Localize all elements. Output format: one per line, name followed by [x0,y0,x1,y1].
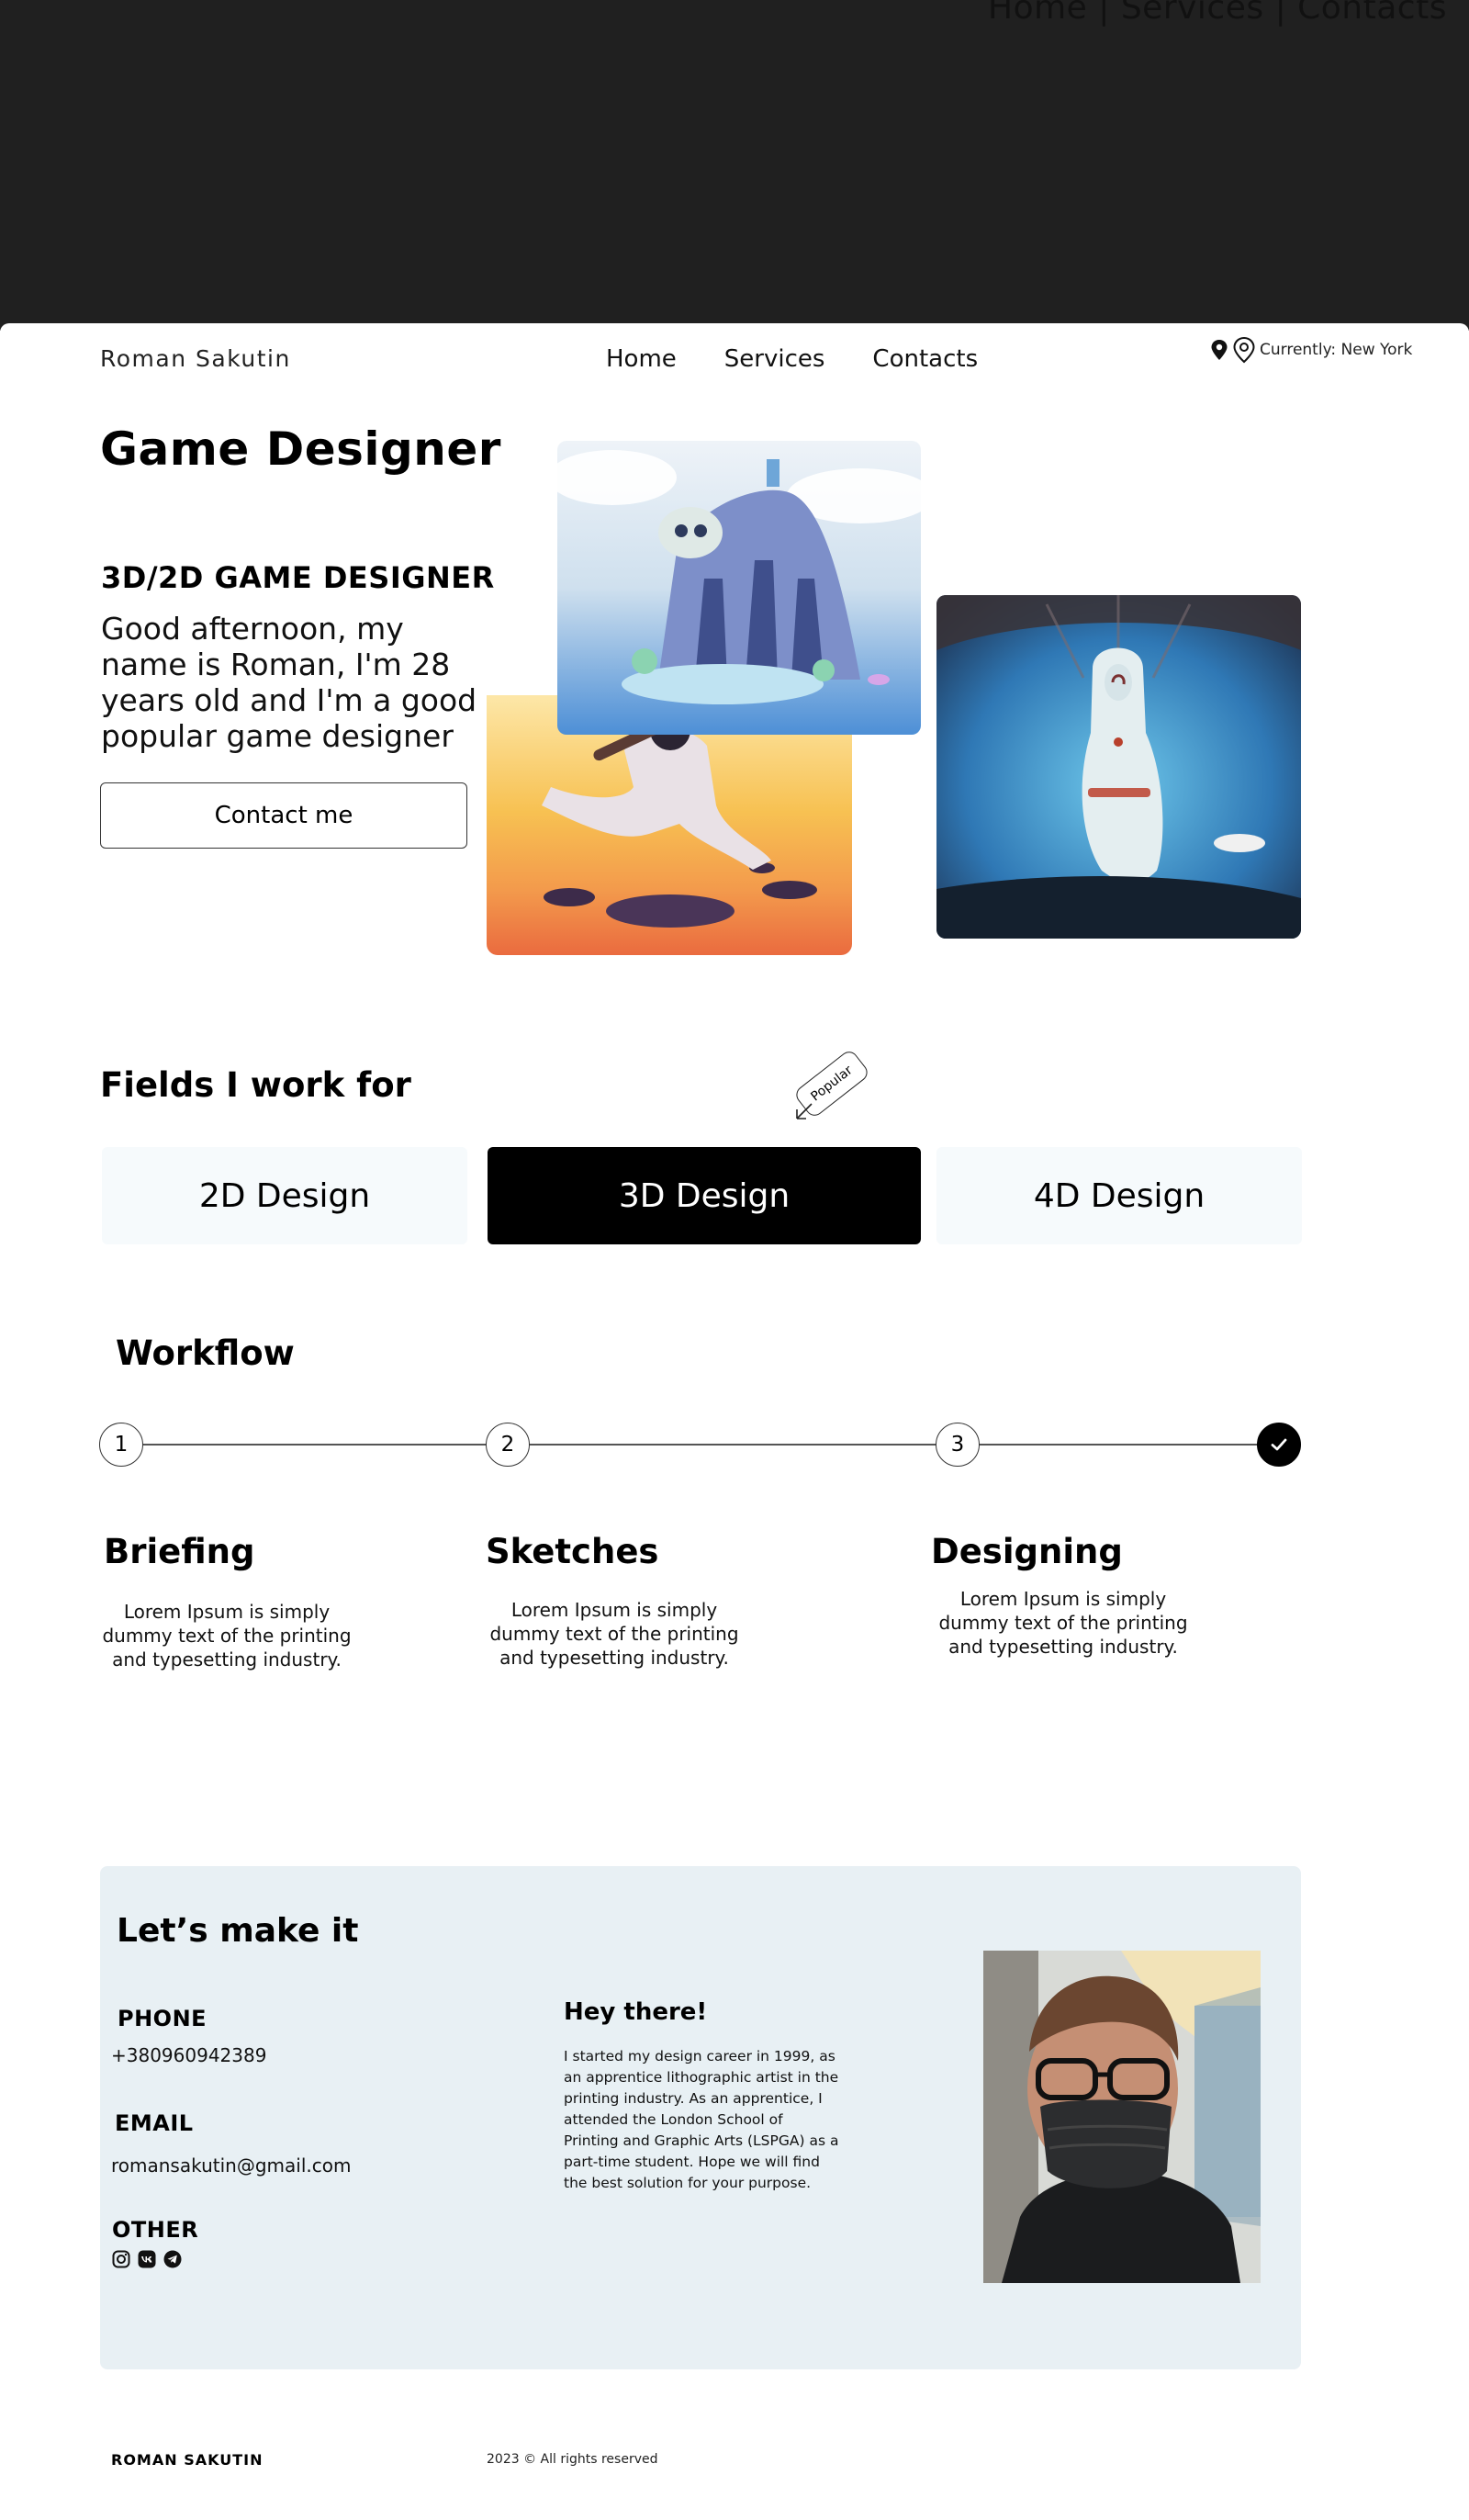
telegram-icon[interactable] [163,2250,182,2268]
step-3-text: Lorem Ipsum is simply dummy text of the … [938,1588,1188,1658]
step-complete-marker [1257,1423,1301,1467]
page-sheet: Roman Sakutin Home Services Contacts Cur… [0,323,1469,2520]
hero-subtitle: 3D/2D GAME DESIGNER [101,560,495,595]
email-label: EMAIL [115,2110,194,2136]
step-2-marker: 2 [486,1423,530,1467]
instagram-icon[interactable] [112,2250,130,2268]
field-3d-design[interactable]: 3D Design [488,1147,921,1244]
overlay-nav: Home | Services | Contacts [988,0,1447,27]
checkmark-icon [1271,1438,1287,1451]
hero-description: Good afternoon, my name is Roman, I'm 28… [101,611,477,754]
step-1-marker: 1 [99,1423,143,1467]
location-indicator: Currently: New York [1210,336,1412,364]
greeting-heading: Hey there! [564,1998,708,2026]
nav-services[interactable]: Services [724,345,825,373]
footer-copyright: 2023 © All rights reserved [487,2452,658,2467]
fields-title: Fields I work for [100,1065,411,1105]
page-title: Game Designer [100,422,501,476]
arrow-down-left-icon [796,1103,813,1119]
step-3-title: Designing [931,1532,1123,1571]
pin-icon [1211,340,1228,360]
contact-card: Let’s make it PHONE +380960942389 EMAIL … [100,1866,1301,2369]
location-text: Currently: New York [1260,341,1413,359]
workflow-title: Workflow [116,1333,295,1373]
social-links [112,2250,182,2268]
nav-home[interactable]: Home [606,345,677,373]
brand-name[interactable]: Roman Sakutin [100,345,291,372]
phone-value[interactable]: +380960942389 [111,2044,266,2066]
bio-text: I started my design career in 1999, as a… [564,2048,839,2191]
artwork-skull-castle [557,441,921,735]
overlay-backdrop: Home | Services | Contacts [0,0,1469,331]
footer-brand: ROMAN SAKUTIN [111,2451,264,2469]
step-2-text: Lorem Ipsum is simply dummy text of the … [489,1599,739,1669]
step-1-title: Briefing [104,1532,255,1571]
field-4d-design[interactable]: 4D Design [936,1147,1302,1244]
location-icon [1233,336,1255,364]
email-value[interactable]: romansakutin@gmail.com [111,2154,351,2177]
field-2d-design[interactable]: 2D Design [102,1147,467,1244]
step-3-marker: 3 [936,1423,980,1467]
artwork-ghost [936,595,1301,939]
phone-label: PHONE [118,2006,207,2031]
step-2-title: Sketches [486,1532,659,1571]
step-1-text: Lorem Ipsum is simply dummy text of the … [102,1601,352,1671]
contact-me-button[interactable]: Contact me [100,782,467,849]
main-nav: Home Services Contacts [606,345,978,373]
profile-photo [983,1951,1261,2283]
other-label: OTHER [112,2217,199,2243]
contact-title: Let’s make it [117,1912,359,1950]
workflow-progress-line [121,1444,1278,1446]
nav-contacts[interactable]: Contacts [872,345,978,373]
vk-icon[interactable] [138,2250,156,2268]
